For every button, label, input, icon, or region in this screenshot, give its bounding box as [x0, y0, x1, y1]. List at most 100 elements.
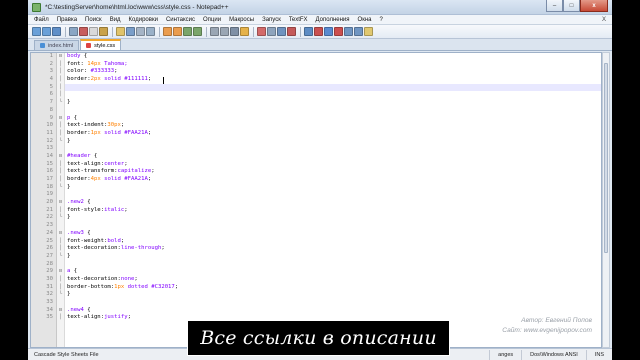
toolbar-button-icon[interactable] — [220, 27, 229, 36]
menu-help[interactable]: ? — [379, 17, 382, 23]
toolbar-button-icon[interactable] — [126, 27, 135, 36]
toolbar-button-icon[interactable] — [99, 27, 108, 36]
code-token: ; — [124, 206, 128, 213]
toolbar-button-icon[interactable] — [314, 27, 323, 36]
toolbar-button-icon[interactable] — [42, 27, 51, 36]
close-button[interactable]: x — [580, 0, 608, 12]
menu-run[interactable]: Запуск — [262, 17, 281, 23]
toolbar-button-icon[interactable] — [69, 27, 78, 36]
fold-guide: └ — [58, 214, 62, 221]
toolbar-separator — [253, 26, 254, 37]
code-line: } — [65, 138, 601, 146]
toolbar-button-icon[interactable] — [344, 27, 353, 36]
toolbar-button-icon[interactable] — [52, 27, 61, 36]
toolbar-button-icon[interactable] — [304, 27, 313, 36]
menu-plugins[interactable]: Дополнения — [316, 17, 350, 23]
fold-guide: │ — [58, 122, 62, 129]
code-line: } — [65, 253, 601, 261]
line-number: 26 — [46, 245, 53, 252]
window-title: *C:\testingServer\home\html.loc\www\css\… — [45, 3, 229, 11]
maximize-button[interactable]: □ — [563, 0, 580, 12]
links-banner: Все ссылки в описании — [187, 320, 450, 356]
menu-textfx[interactable]: TextFX — [289, 17, 308, 23]
tab-style-css[interactable]: style.css — [80, 39, 122, 50]
code-token: #FAA21A — [124, 176, 148, 182]
code-token: text-align — [67, 314, 101, 321]
fold-guide — [57, 145, 64, 153]
vertical-scrollbar[interactable] — [602, 52, 610, 348]
toolbar-button-icon[interactable] — [146, 27, 155, 36]
code-area[interactable]: body {font: 14px Tahoma; color: #333333; b… — [65, 53, 601, 347]
menu-encoding[interactable]: Кодировки — [129, 17, 158, 23]
line-number: 33 — [46, 299, 53, 305]
menu-search[interactable]: Поиск — [85, 17, 102, 23]
toolbar-button-icon[interactable] — [287, 27, 296, 36]
scrollbar-thumb[interactable] — [604, 63, 608, 253]
fold-guide: │ — [58, 176, 62, 182]
fold-toggle-icon[interactable]: ⊟ — [57, 230, 64, 238]
toolbar-button-icon[interactable] — [230, 27, 239, 36]
toolbar-button-icon[interactable] — [79, 27, 88, 36]
toolbar-button-icon[interactable] — [364, 27, 373, 36]
menu-edit[interactable]: Правка — [57, 17, 77, 23]
toolbar-button-icon[interactable] — [324, 27, 333, 36]
menu-view[interactable]: Вид — [110, 17, 121, 23]
toolbar-button-icon[interactable] — [116, 27, 125, 36]
fold-guide — [57, 107, 64, 115]
code-line: border:4px solid #FAA21A; — [65, 176, 601, 184]
code-token: 2px — [90, 76, 101, 83]
code-token: line-through — [120, 245, 162, 252]
toolbar-button-icon[interactable] — [163, 27, 172, 36]
code-token: #C32017 — [151, 283, 175, 290]
line-number: 21 — [46, 206, 53, 213]
code-token: ; — [151, 168, 155, 175]
line-number: 27 — [46, 252, 53, 259]
tab-index-html[interactable]: index.html — [34, 40, 80, 50]
code-line: font-style:italic; — [65, 207, 601, 215]
menu-syntax[interactable]: Синтаксис — [166, 17, 195, 23]
toolbar-button-icon[interactable] — [193, 27, 202, 36]
toolbar-button-icon[interactable] — [354, 27, 363, 36]
fold-toggle-icon[interactable]: ⊟ — [57, 153, 64, 161]
toolbar-button-icon[interactable] — [210, 27, 219, 36]
title-bar[interactable]: *C:\testingServer\home\html.loc\www\css\… — [28, 0, 612, 15]
code-token: 1px — [114, 283, 125, 290]
line-number: 22 — [46, 214, 53, 221]
menu-macros[interactable]: Макросы — [229, 17, 254, 23]
toolbar-button-icon[interactable] — [240, 27, 249, 36]
minimize-button[interactable]: – — [546, 0, 563, 12]
code-token: 4px — [90, 176, 101, 182]
code-line: text-decoration:line-through; — [65, 245, 601, 253]
code-token: font — [67, 60, 81, 67]
toolbar-button-icon[interactable] — [32, 27, 41, 36]
code-token: } — [67, 252, 71, 259]
menu-windows[interactable]: Окна — [358, 17, 372, 23]
code-editor[interactable]: 1 2 3 4 5 6 7 8 9 10 11 12 13 14 15 16 17 18 19 20 21 22 23 24 2… — [30, 52, 602, 348]
fold-toggle-icon[interactable]: ⊟ — [57, 53, 64, 61]
fold-guide — [57, 261, 64, 269]
code-token: { — [83, 306, 91, 313]
fold-guide: └ — [58, 183, 62, 190]
line-number: 4 — [49, 76, 53, 83]
fold-toggle-icon[interactable]: ⊟ — [57, 268, 64, 276]
toolbar-button-icon[interactable] — [173, 27, 182, 36]
menu-options[interactable]: Опции — [203, 17, 221, 23]
fold-toggle-icon[interactable]: ⊟ — [57, 199, 64, 207]
code-token: solid — [100, 176, 125, 182]
toolbar-button-icon[interactable] — [89, 27, 98, 36]
menu-file[interactable]: Файл — [34, 17, 49, 23]
tab-label: index.html — [48, 42, 74, 49]
toolbar-button-icon[interactable] — [257, 27, 266, 36]
line-number: 2 — [49, 60, 53, 67]
fold-guide — [57, 299, 64, 307]
toolbar-button-icon[interactable] — [183, 27, 192, 36]
toolbar-button-icon[interactable] — [267, 27, 276, 36]
toolbar-button-icon[interactable] — [334, 27, 343, 36]
close-document-icon[interactable]: X — [602, 17, 606, 23]
fold-margin[interactable]: ⊟ │ │ │ │ │ └ ⊟ │ │ └ ⊟ │ │ │ └ ⊟ │ └ ⊟ │ │ └ ⊟ │ │ └ ⊟ │ — [57, 53, 65, 347]
toolbar-button-icon[interactable] — [277, 27, 286, 36]
fold-guide: └ — [58, 137, 62, 144]
code-line: border-bottom:1px dotted #C32017; — [65, 284, 601, 292]
toolbar-button-icon[interactable] — [136, 27, 145, 36]
